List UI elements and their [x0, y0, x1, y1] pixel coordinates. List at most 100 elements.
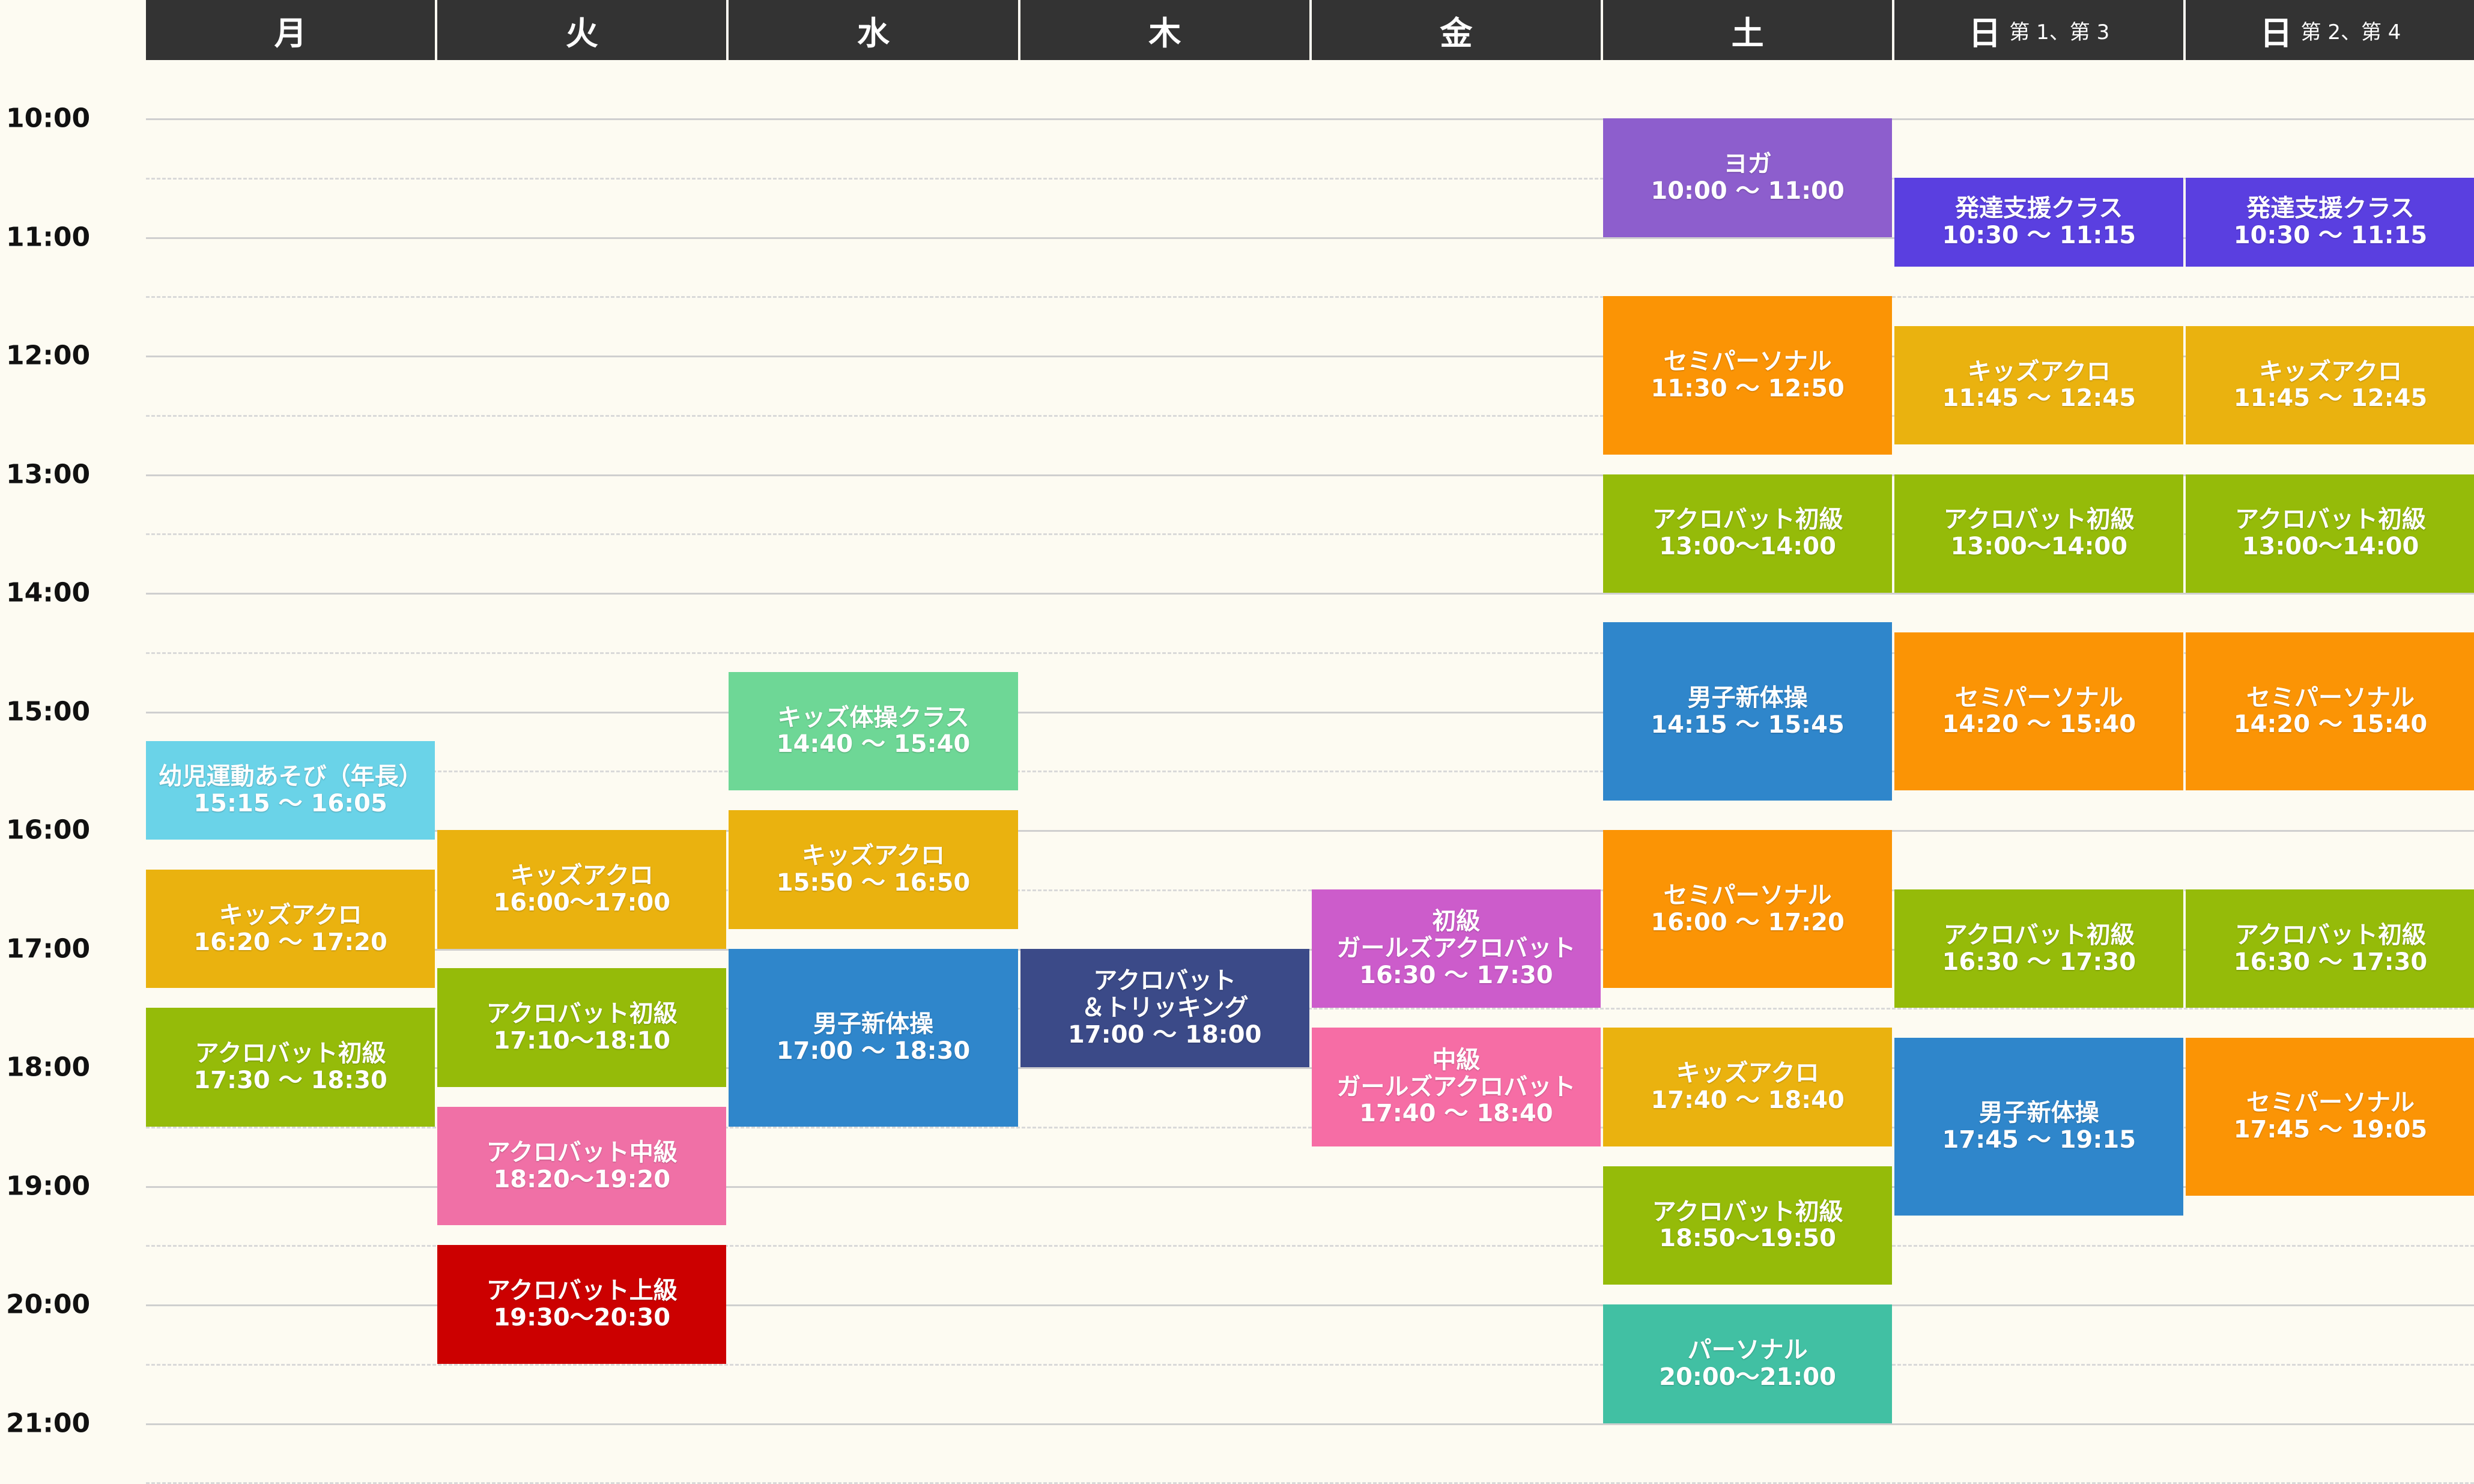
class-name: セミパーソナル — [1663, 881, 1832, 909]
class-time: 17:00 ～ 18:00 — [1067, 1020, 1262, 1049]
time-label: 21:00 — [6, 1408, 91, 1438]
time-label: 15:00 — [6, 696, 91, 727]
hour-line — [146, 593, 2474, 595]
class-name: キッズアクロ — [510, 861, 653, 889]
class-time: 14:20 ～ 15:40 — [2233, 710, 2428, 739]
class-name: 男子新体操 — [1978, 1098, 2099, 1127]
class-name: セミパーソナル — [1954, 683, 2123, 712]
class-block[interactable]: 男子新体操 17:00 ～ 18:30 — [729, 948, 1018, 1127]
time-label: 18:00 — [6, 1052, 91, 1083]
class-block[interactable]: アクロバット上級 19:30～20:30 — [437, 1245, 727, 1364]
class-name: 発達支援クラス — [2246, 195, 2415, 223]
day-label: 火 — [565, 14, 598, 52]
class-time: 16:00 ～ 17:20 — [1651, 908, 1845, 936]
class-block[interactable]: 発達支援クラス 10:30 ～ 11:15 — [2186, 177, 2474, 267]
class-name: キッズ体操クラス — [777, 703, 969, 731]
time-label: 20:00 — [6, 1289, 91, 1320]
day-label: 日 — [2260, 14, 2293, 52]
class-name: ガールズアクロバット — [1336, 934, 1576, 963]
class-block[interactable]: セミパーソナル 14:20 ～ 15:40 — [1894, 632, 2184, 791]
day-label: 日 — [1968, 14, 2001, 52]
class-block[interactable]: セミパーソナル 17:45 ～ 19:05 — [2186, 1037, 2474, 1196]
class-name: アクロバット初級 — [1943, 506, 2135, 534]
class-time: 10:30 ～ 11:15 — [2233, 221, 2428, 249]
class-time: 19:30～20:30 — [493, 1304, 671, 1331]
class-block[interactable]: アクロバット初級 13:00～14:00 — [2186, 474, 2474, 593]
class-block[interactable]: アクロバット初級 17:30 ～ 18:30 — [146, 1008, 435, 1127]
class-time: 11:45 ～ 12:45 — [1942, 384, 2136, 413]
class-time: 16:00～17:00 — [493, 888, 671, 916]
class-block[interactable]: キッズアクロ 11:45 ～ 12:45 — [1894, 326, 2184, 445]
class-time: 10:00 ～ 11:00 — [1651, 177, 1845, 205]
day-header-sun13: 日第 1、第 3 — [1894, 0, 2184, 60]
class-block[interactable]: キッズアクロ 15:50 ～ 16:50 — [729, 810, 1018, 929]
half-hour-line — [146, 1363, 2474, 1366]
class-name: キッズアクロ — [1967, 357, 2111, 386]
class-time: 15:15 ～ 16:05 — [193, 790, 387, 818]
class-block[interactable]: パーソナル 20:00～21:00 — [1603, 1304, 1893, 1423]
class-block[interactable]: アクロバット中級 18:20～19:20 — [437, 1106, 727, 1226]
class-block[interactable]: アクロバット初級 18:50～19:50 — [1603, 1166, 1893, 1285]
class-time: 10:30 ～ 11:15 — [1942, 221, 2136, 249]
half-hour-line — [146, 296, 2474, 298]
class-time: 20:00～21:00 — [1659, 1363, 1836, 1391]
class-time: 16:30 ～ 17:30 — [1942, 948, 2136, 976]
class-block[interactable]: 幼児運動あそび（年長） 15:15 ～ 16:05 — [146, 740, 435, 840]
class-block[interactable]: キッズ体操クラス 14:40 ～ 15:40 — [729, 671, 1018, 791]
class-name: アクロバット初級 — [2234, 921, 2426, 949]
class-block[interactable]: 男子新体操 17:45 ～ 19:15 — [1894, 1037, 2184, 1216]
day-header-sun24: 日第 2、第 4 — [2186, 0, 2474, 60]
day-header-fri: 金 — [1311, 0, 1601, 60]
class-block[interactable]: 初級 ガールズアクロバット 16:30 ～ 17:30 — [1311, 889, 1601, 1008]
class-time: 14:15 ～ 15:45 — [1651, 710, 1845, 739]
day-header-wed: 水 — [729, 0, 1018, 60]
class-name: アクロバット初級 — [2234, 506, 2426, 534]
class-name: 初級 — [1432, 907, 1481, 936]
time-label: 12:00 — [6, 340, 91, 371]
class-block[interactable]: アクロバット初級 13:00～14:00 — [1894, 474, 2184, 593]
class-name: アクロバット初級 — [486, 1000, 678, 1028]
class-name: ガールズアクロバット — [1336, 1073, 1576, 1101]
day-header-thu: 木 — [1020, 0, 1309, 60]
day-label: 月 — [274, 14, 307, 52]
class-block[interactable]: キッズアクロ 17:40 ～ 18:40 — [1603, 1028, 1893, 1146]
class-time: 18:50～19:50 — [1659, 1225, 1836, 1253]
class-block[interactable]: セミパーソナル 14:20 ～ 15:40 — [2186, 632, 2474, 791]
class-block[interactable]: セミパーソナル 11:30 ～ 12:50 — [1603, 296, 1893, 455]
time-label: 19:00 — [6, 1171, 91, 1201]
time-label: 16:00 — [6, 814, 91, 846]
class-time: 13:00～14:00 — [1659, 533, 1836, 561]
class-name: キッズアクロ — [2258, 357, 2402, 386]
class-block[interactable]: キッズアクロ 16:00～17:00 — [437, 830, 727, 949]
class-name: アクロバット初級 — [1652, 1198, 1843, 1226]
class-block[interactable]: キッズアクロ 11:45 ～ 12:45 — [2186, 326, 2474, 445]
class-block[interactable]: 発達支援クラス 10:30 ～ 11:15 — [1894, 177, 2184, 267]
class-time: 17:00 ～ 18:30 — [776, 1037, 971, 1065]
class-block[interactable]: アクロバット ＆トリッキング 17:00 ～ 18:00 — [1020, 948, 1309, 1067]
class-name: アクロバット初級 — [1943, 921, 2135, 949]
class-block[interactable]: アクロバット初級 16:30 ～ 17:30 — [1894, 889, 2184, 1008]
day-sublabel: 第 2、第 4 — [2300, 20, 2401, 44]
weekly-schedule: 10:00 11:00 12:00 13:00 14:00 15:00 16:00 17:00… — [0, 0, 2474, 1484]
class-name: セミパーソナル — [2246, 683, 2415, 712]
class-time: 14:20 ～ 15:40 — [1942, 710, 2136, 739]
class-block[interactable]: ヨガ 10:00 ～ 11:00 — [1603, 118, 1893, 237]
class-name: 男子新体操 — [1687, 683, 1808, 712]
class-name: アクロバット中級 — [486, 1138, 678, 1166]
class-name: アクロバット上級 — [486, 1277, 678, 1305]
day-header-sat: 土 — [1603, 0, 1893, 60]
class-time: 13:00～14:00 — [1950, 533, 2128, 561]
day-label: 水 — [857, 14, 890, 52]
class-block[interactable]: 男子新体操 14:15 ～ 15:45 — [1603, 622, 1893, 801]
class-time: 11:45 ～ 12:45 — [2233, 384, 2428, 413]
class-name: 発達支援クラス — [1955, 195, 2123, 223]
class-block[interactable]: 中級 ガールズアクロバット 17:40 ～ 18:40 — [1311, 1028, 1601, 1146]
class-name: 男子新体操 — [813, 1010, 933, 1038]
class-block[interactable]: アクロバット初級 13:00～14:00 — [1603, 474, 1893, 593]
class-block[interactable]: キッズアクロ 16:20 ～ 17:20 — [146, 869, 435, 989]
class-block[interactable]: アクロバット初級 16:30 ～ 17:30 — [2186, 889, 2474, 1008]
class-block[interactable]: セミパーソナル 16:00 ～ 17:20 — [1603, 830, 1893, 989]
class-block[interactable]: アクロバット初級 17:10～18:10 — [437, 968, 727, 1087]
day-label: 金 — [1440, 14, 1473, 52]
class-time: 17:45 ～ 19:05 — [2233, 1116, 2428, 1144]
